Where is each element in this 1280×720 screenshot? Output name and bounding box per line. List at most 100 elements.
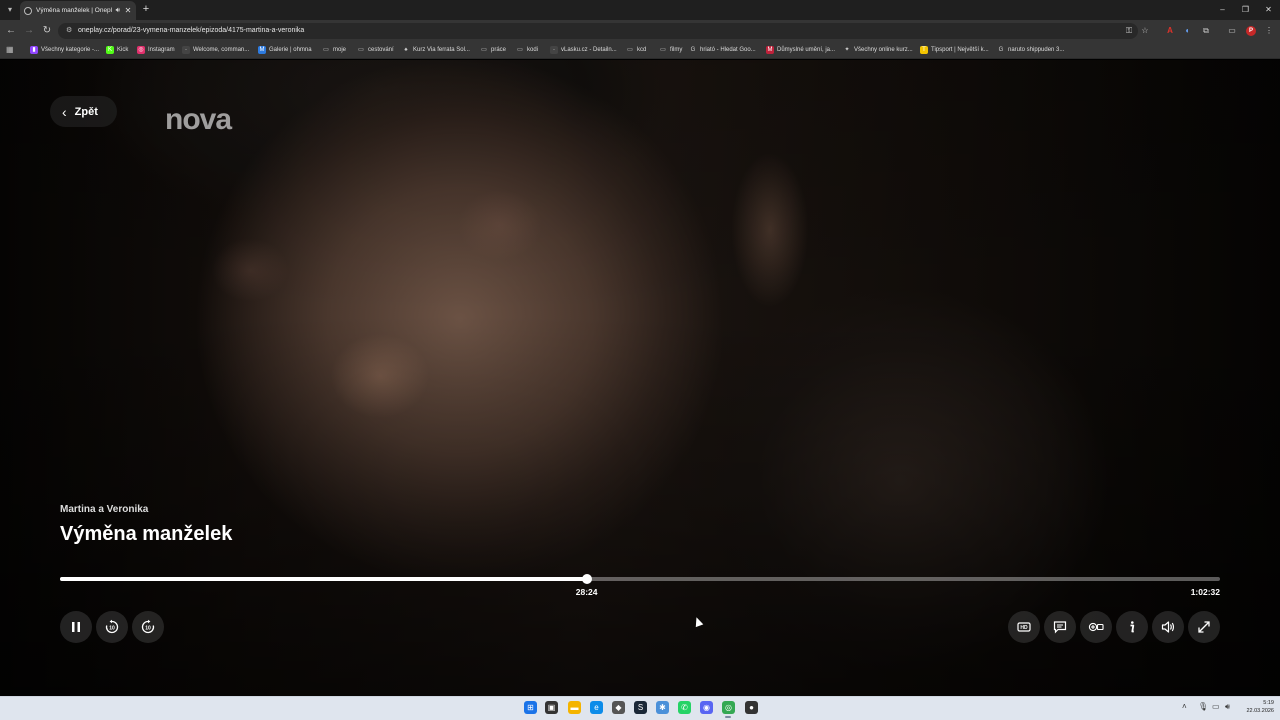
whatsapp-icon[interactable]: ✆: [678, 701, 691, 714]
edge-icon[interactable]: e: [590, 701, 603, 714]
extensions-puzzle-icon[interactable]: ⧉: [1201, 26, 1211, 36]
twitch-icon: ▮: [30, 46, 38, 54]
bookmark-item[interactable]: ♠ Kurz Via ferrata Sol...: [402, 44, 470, 56]
bookmark-label: Kurz Via ferrata Sol...: [413, 47, 470, 53]
progress-bar[interactable]: [60, 574, 1220, 584]
bookmark-label: vLasku.cz - Detailn...: [561, 47, 617, 53]
info-icon: [1130, 621, 1135, 633]
clock-time: 5:19: [1263, 700, 1274, 706]
password-key-icon[interactable]: ⚿: [1124, 26, 1134, 36]
active-tab[interactable]: Výměna manželek | Onepl... 🔊︎ ✕: [20, 1, 136, 20]
fullscreen-button[interactable]: [1188, 611, 1220, 643]
bookmark-item[interactable]: ◎ Instagram: [137, 44, 175, 56]
back-button[interactable]: ‹ Zpět: [50, 96, 117, 127]
show-title: Výměna manželek: [60, 523, 233, 545]
chrome-icon[interactable]: ◎: [722, 701, 735, 714]
tray-overflow-icon[interactable]: ˄: [1182, 702, 1187, 712]
app-icon[interactable]: ●: [745, 701, 758, 714]
bookmark-item[interactable]: M Galerie | ohmna: [258, 44, 312, 56]
tab-title: Výměna manželek | Onepl...: [36, 7, 112, 14]
bookmark-item[interactable]: · vLasku.cz - Detailn...: [550, 44, 617, 56]
quality-button[interactable]: HD: [1008, 611, 1040, 643]
forward-arrow-icon[interactable]: →: [23, 25, 35, 37]
app-icon[interactable]: ✱: [656, 701, 669, 714]
task-view-icon[interactable]: ▣: [545, 701, 558, 714]
extension-icon[interactable]: ◖: [1182, 26, 1192, 36]
reload-icon[interactable]: ↻: [41, 25, 53, 37]
start-icon[interactable]: ⊞: [524, 701, 537, 714]
bookmark-label: naruto shippuden 3...: [1008, 47, 1065, 53]
rewind-10-button[interactable]: 10: [96, 611, 128, 643]
menu-kebab-icon[interactable]: ⋮: [1264, 26, 1274, 36]
back-arrow-icon[interactable]: ←: [5, 25, 17, 37]
bookmark-item[interactable]: ▭ cestování: [357, 44, 394, 56]
discord-icon[interactable]: ◉: [700, 701, 713, 714]
active-app-indicator: [725, 716, 731, 718]
bookmark-label: Kick: [117, 47, 129, 53]
bookmark-label: Galerie | ohmna: [269, 47, 312, 53]
svg-text:HD: HD: [1020, 625, 1028, 631]
svg-text:10: 10: [145, 626, 151, 632]
app-icon[interactable]: ◆: [612, 701, 625, 714]
forward-10-button[interactable]: 10: [132, 611, 164, 643]
subtitles-icon: [1053, 621, 1067, 634]
url-text[interactable]: oneplay.cz/porad/23-vymena-manzelek/epiz…: [78, 27, 304, 34]
volume-button[interactable]: [1152, 611, 1184, 643]
pause-button[interactable]: [60, 611, 92, 643]
pause-icon: [72, 622, 80, 632]
bookmark-item[interactable]: Ghriató - Hledat Goo...: [689, 44, 756, 56]
new-tab-button[interactable]: +: [140, 3, 152, 15]
tab-search-icon[interactable]: ▾: [4, 4, 16, 16]
folder-icon: ▭: [627, 47, 633, 53]
bookmark-item[interactable]: ▭ moje: [322, 44, 346, 56]
back-label: Zpět: [74, 105, 98, 118]
minimize-button[interactable]: –: [1211, 0, 1234, 20]
add-to-list-button[interactable]: [1080, 611, 1112, 643]
acrobat-extension-icon[interactable]: A: [1165, 26, 1175, 36]
steam-icon[interactable]: S: [634, 701, 647, 714]
progress-thumb[interactable]: [581, 574, 592, 584]
folder-icon: ▭: [481, 47, 487, 53]
bookmark-label: filmy: [670, 47, 683, 53]
video-player[interactable]: ‹ Zpět nova Martina a Veronika Výměna ma…: [0, 60, 1280, 696]
close-window-button[interactable]: ✕: [1257, 0, 1280, 20]
bookmark-label: cestování: [368, 47, 394, 53]
mountain-icon: ♠: [404, 47, 408, 53]
subtitles-button[interactable]: [1044, 611, 1076, 643]
bookmark-label: moje: [333, 47, 347, 53]
taskbar-clock[interactable]: 5:19 22.03.2026: [1238, 699, 1274, 715]
site-info-icon[interactable]: ⚙: [66, 27, 74, 35]
bookmark-item[interactable]: ▭ kcd: [626, 44, 646, 56]
bookmark-item[interactable]: ✦ Všechny online kurz...: [843, 44, 912, 56]
cast-icon[interactable]: ▭: [1227, 26, 1237, 36]
network-icon[interactable]: ▭: [1212, 702, 1220, 712]
current-time: 28:24: [575, 587, 598, 597]
bookmark-item[interactable]: K Kick: [106, 44, 128, 56]
bookmark-item[interactable]: T Tipsport | Největší k...: [920, 44, 989, 56]
restore-button[interactable]: ❐: [1234, 0, 1257, 20]
tab-close-icon[interactable]: ✕: [124, 6, 132, 15]
info-button[interactable]: [1116, 611, 1148, 643]
kick-icon: K: [106, 46, 114, 54]
bookmark-item[interactable]: M Důmyslné umění, ja...: [766, 44, 835, 56]
bookmark-label: kodi: [527, 47, 539, 53]
rewind-10-icon: 10: [105, 619, 119, 634]
speaker-icon[interactable]: 🔊︎: [1225, 702, 1230, 712]
bookmark-item[interactable]: · Welcome, comman...: [182, 44, 249, 56]
google-icon: G: [998, 47, 1004, 53]
bookmark-item[interactable]: ▭ filmy: [659, 44, 682, 56]
bookmark-item[interactable]: ▮ Všechny kategorie -...: [30, 44, 99, 56]
bookmark-star-icon[interactable]: ☆: [1140, 26, 1150, 36]
bookmark-item[interactable]: ▭ práce: [480, 44, 506, 56]
microphone-icon[interactable]: 🎙︎: [1198, 702, 1208, 712]
bookmark-label: Tipsport | Největší k...: [931, 47, 989, 53]
profile-avatar[interactable]: P: [1246, 26, 1256, 36]
bookmark-item[interactable]: ▭ kodi: [516, 44, 538, 56]
tab-audio-icon[interactable]: 🔊︎: [116, 7, 120, 15]
apps-grid-icon[interactable]: ▦: [6, 45, 15, 54]
file-explorer-icon[interactable]: ▬: [568, 701, 581, 714]
chevron-left-icon: ‹: [62, 103, 67, 120]
bookmark-item[interactable]: Gnaruto shippuden 3...: [997, 44, 1065, 56]
page-icon: ·: [550, 46, 558, 54]
add-to-list-icon: [1088, 622, 1104, 632]
